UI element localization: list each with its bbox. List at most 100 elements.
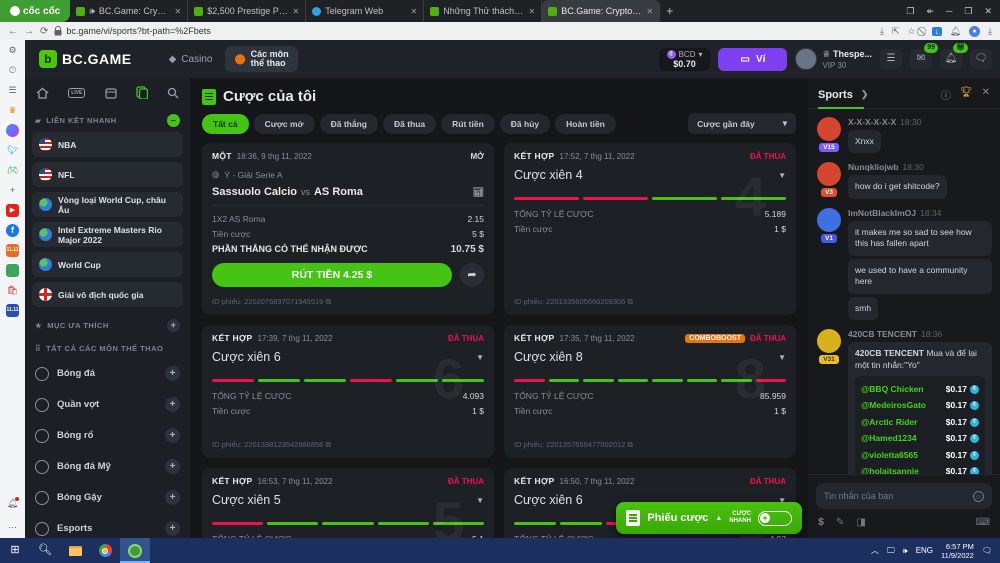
- sidebar-sport-tennis[interactable]: Quần vợt+: [32, 389, 183, 420]
- betslip-button[interactable]: Phiếu cược ▲ CƯỢCNHANH: [616, 502, 802, 534]
- sidebar-more-icon[interactable]: ⋯: [6, 521, 19, 534]
- bcgame-logo[interactable]: b BC.GAME: [39, 50, 132, 68]
- sale-11-11-icon[interactable]: 11.11: [6, 244, 19, 257]
- tip-icon[interactable]: 💲︎: [818, 517, 824, 528]
- panel-icon[interactable]: ❐: [906, 6, 914, 17]
- tab-close-icon[interactable]: ✕: [529, 7, 536, 16]
- sidebar-sport-basketball[interactable]: Bóng rổ+: [32, 420, 183, 451]
- collapse-quick-links-button[interactable]: –: [167, 114, 180, 127]
- filter-7[interactable]: Hoàn tiền: [555, 114, 616, 134]
- expand-card-icon[interactable]: ▼: [778, 353, 786, 362]
- browser-tab[interactable]: Telegram Web✕: [306, 0, 424, 22]
- facebook-icon[interactable]: f: [6, 224, 19, 237]
- bookmark-star-icon[interactable]: ☆: [908, 26, 916, 37]
- close-button[interactable]: ✕: [984, 6, 992, 17]
- reload-button[interactable]: ⟳: [40, 26, 48, 37]
- sort-dropdown[interactable]: Cược gần đây▾: [688, 113, 796, 134]
- chat-trophy-icon[interactable]: 🏆︎: [960, 87, 973, 102]
- emoji-icon[interactable]: ☺: [973, 491, 984, 502]
- expand-card-icon[interactable]: ▼: [778, 171, 786, 180]
- copy-icon[interactable]: ⧉: [325, 440, 330, 449]
- address-bar[interactable]: bc.game/vi/sports?bt-path=%2Fbets: [54, 26, 210, 36]
- share-icon[interactable]: ⇱: [892, 26, 900, 37]
- sidebar-sport-esports[interactable]: Esports+: [32, 513, 183, 538]
- expand-sport-button[interactable]: +: [165, 397, 180, 412]
- messenger-icon[interactable]: [6, 124, 19, 137]
- gif-icon[interactable]: ◨: [856, 517, 865, 528]
- sidebar-sport-cricket[interactable]: Bóng Gậy+: [32, 482, 183, 513]
- language-indicator[interactable]: ENG: [916, 546, 933, 555]
- sidebar-item-nfl[interactable]: NFL: [32, 162, 183, 187]
- tip-recipient-name[interactable]: @MedeirosGato: [861, 400, 946, 411]
- bet-list-icon[interactable]: ☰: [880, 49, 902, 69]
- stats-icon[interactable]: 📊︎: [473, 187, 484, 198]
- shopping-red-icon[interactable]: 🛍︎: [6, 284, 19, 297]
- mail-icon[interactable]: ✉99: [910, 49, 932, 69]
- tab-close-icon[interactable]: ✕: [175, 7, 182, 16]
- copy-icon[interactable]: ⧉: [627, 440, 632, 449]
- copy-icon[interactable]: ⧉: [627, 297, 632, 306]
- back-button[interactable]: ←: [8, 26, 18, 37]
- history-icon[interactable]: 🕒︎: [6, 64, 19, 77]
- tab-close-icon[interactable]: ✕: [647, 7, 654, 16]
- filter-5[interactable]: Rút tiền: [441, 114, 495, 134]
- browser-tab[interactable]: 🕪︎BC.Game: Crypto Casino✕: [70, 0, 188, 22]
- expand-card-icon[interactable]: ▼: [476, 353, 484, 362]
- chat-toggle-icon[interactable]: 🗨︎: [970, 49, 992, 69]
- sidebar-item-nba[interactable]: NBA: [32, 132, 183, 157]
- tray-chevron-icon[interactable]: ︿: [871, 545, 879, 556]
- save-page-icon[interactable]: ⤓: [880, 26, 884, 37]
- action-center-icon[interactable]: 🗨︎: [982, 546, 992, 555]
- chat-message-input[interactable]: Tin nhắn của bạn ☺: [816, 483, 992, 509]
- file-explorer-icon[interactable]: [60, 538, 90, 563]
- filter-4[interactable]: Đã thua: [383, 114, 436, 134]
- expand-sport-button[interactable]: +: [165, 366, 180, 381]
- search-icon[interactable]: [167, 87, 179, 99]
- cashout-button[interactable]: RÚT TIỀN 4.25 $: [212, 263, 452, 287]
- add-shortcut-icon[interactable]: +: [6, 184, 19, 197]
- tab-close-icon[interactable]: ✕: [293, 7, 300, 16]
- tip-recipient-name[interactable]: @BBQ Chicken: [861, 384, 946, 395]
- chat-tab-sports[interactable]: Sports: [818, 89, 853, 101]
- chat-channel-chevron-icon[interactable]: ❯: [861, 89, 869, 100]
- settings-gear-icon[interactable]: ⚙︎: [6, 44, 19, 57]
- browser-tab[interactable]: BC.Game: Crypto Casino Gam✕: [542, 0, 660, 22]
- live-icon[interactable]: LIVE: [68, 88, 85, 98]
- clock[interactable]: 6:57 PM11/9/2022: [941, 542, 974, 560]
- add-favorite-button[interactable]: +: [167, 319, 180, 332]
- share-bet-icon[interactable]: ➦: [460, 263, 484, 287]
- browser-tab[interactable]: Những Thử thách Hàng ngà✕: [424, 0, 542, 22]
- chrome-icon[interactable]: [90, 538, 120, 563]
- expand-sport-button[interactable]: +: [165, 428, 180, 443]
- expand-sport-button[interactable]: +: [165, 459, 180, 474]
- filter-1[interactable]: Tất cả: [202, 114, 249, 134]
- coccoc-taskbar-icon[interactable]: [120, 538, 150, 563]
- expand-sport-button[interactable]: +: [165, 490, 180, 505]
- start-button[interactable]: ⊞: [0, 538, 30, 563]
- minimize-button[interactable]: ─: [946, 6, 952, 16]
- nav-sports[interactable]: ⬤ Các mônthể thao: [225, 46, 297, 73]
- wallet-button[interactable]: ▭Ví: [718, 48, 787, 71]
- expand-card-icon[interactable]: ▼: [476, 496, 484, 505]
- copy-icon[interactable]: ⧉: [325, 297, 330, 306]
- send-to-device-icon[interactable]: ↞: [926, 6, 934, 17]
- quick-bet-toggle[interactable]: [758, 511, 792, 526]
- notifications-bell-icon[interactable]: 🔔︎🎁︎: [940, 49, 962, 69]
- filter-6[interactable]: Đã hủy: [500, 114, 550, 134]
- tray-network-icon[interactable]: 🖵︎: [887, 546, 895, 556]
- download-manager-icon[interactable]: ↓: [932, 27, 942, 36]
- sidebar-item-intel-extreme-masters-rio-major-2022[interactable]: Intel Extreme Masters Rio Major 2022: [32, 222, 183, 247]
- sidebar-item-gi-i-v-ch-qu-c-gia[interactable]: Giải vô địch quốc gia: [32, 282, 183, 307]
- shop-green-icon[interactable]: [6, 264, 19, 277]
- youtube-icon[interactable]: ▶: [6, 204, 19, 217]
- hot-crown-icon[interactable]: ♛: [6, 104, 19, 117]
- tray-volume-icon[interactable]: 🕪︎: [903, 546, 908, 556]
- nav-casino[interactable]: ◆ Casino: [160, 50, 222, 69]
- home-icon[interactable]: [36, 87, 49, 99]
- feed-icon[interactable]: ☰: [6, 84, 19, 97]
- chat-info-icon[interactable]: ⓘ: [941, 87, 951, 102]
- balance-selector[interactable]: ¢BCD ▾ $0.70: [659, 48, 711, 71]
- tab-audio-icon[interactable]: 🕪︎: [89, 6, 95, 17]
- tip-recipient-name[interactable]: @Arctic Rider: [861, 417, 946, 428]
- sidebar-sport-american-football[interactable]: Bóng đá Mỹ+: [32, 451, 183, 482]
